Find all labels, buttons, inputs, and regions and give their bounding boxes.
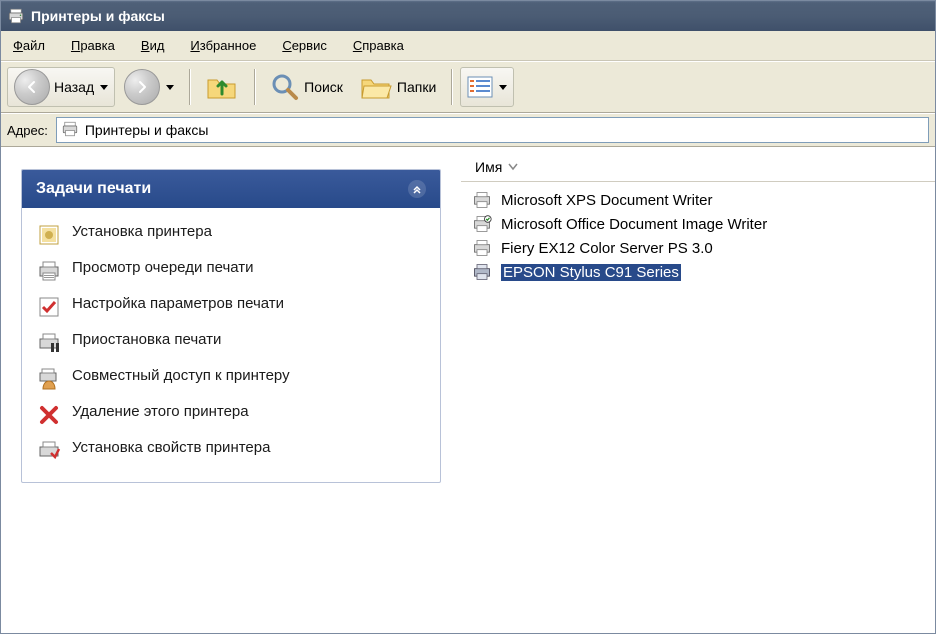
printer-icon (7, 7, 25, 25)
column-header-row: Имя (461, 157, 935, 182)
task-label: Установка принтера (72, 223, 426, 242)
task-share-printer[interactable]: Совместный доступ к принтеру (34, 362, 428, 396)
task-pause-printing[interactable]: Приостановка печати (34, 326, 428, 360)
sort-desc-icon (508, 163, 518, 171)
forward-button[interactable] (117, 67, 181, 107)
printer-icon (471, 262, 493, 282)
task-printer-properties[interactable]: Установка свойств принтера (34, 434, 428, 468)
search-button[interactable]: Поиск (263, 67, 350, 107)
content-area: Задачи печати Установка принтера (1, 147, 935, 633)
printer-icon (471, 214, 493, 234)
printer-icon (61, 120, 79, 141)
back-button[interactable]: Назад (7, 67, 115, 107)
task-label: Совместный доступ к принтеру (72, 367, 426, 386)
address-bar: Адрес: Принтеры и факсы (1, 113, 935, 147)
task-label: Настройка параметров печати (72, 295, 426, 314)
address-label: Адрес: (7, 123, 48, 138)
printers-pane: Имя Microsoft XPS Document Writer Micros… (461, 147, 935, 633)
folders-button[interactable]: Папки (352, 67, 443, 107)
separator (254, 69, 255, 105)
arrow-right-icon (124, 69, 160, 105)
task-label: Удаление этого принтера (72, 403, 426, 422)
task-print-settings[interactable]: Настройка параметров печати (34, 290, 428, 324)
printer-item-selected[interactable]: EPSON Stylus C91 Series (469, 260, 927, 284)
printer-pause-icon (36, 331, 62, 355)
back-label: Назад (54, 79, 94, 95)
menu-bar: Файл Правка Вид Избранное Сервис Справка (1, 31, 935, 61)
views-icon (467, 76, 493, 98)
printer-item[interactable]: Fiery EX12 Color Server PS 3.0 (469, 236, 927, 260)
task-install-printer[interactable]: Установка принтера (34, 218, 428, 252)
settings-check-icon (36, 295, 62, 319)
toolbar: Назад Пои (1, 61, 935, 113)
column-label: Имя (475, 159, 502, 175)
task-label: Просмотр очереди печати (72, 259, 426, 278)
chevron-down-icon (100, 85, 108, 90)
window: Принтеры и факсы Файл Правка Вид Избранн… (0, 0, 936, 634)
printer-icon (471, 190, 493, 210)
tasks-title: Задачи печати (36, 180, 151, 198)
printer-queue-icon (36, 259, 62, 283)
printer-label: Fiery EX12 Color Server PS 3.0 (501, 240, 713, 257)
tasks-pane: Задачи печати Установка принтера (1, 147, 461, 633)
printer-icon (471, 238, 493, 258)
column-name[interactable]: Имя (471, 157, 522, 177)
wizard-icon (36, 223, 62, 247)
task-label: Приостановка печати (72, 331, 426, 350)
printer-label: EPSON Stylus C91 Series (501, 264, 681, 281)
separator (189, 69, 190, 105)
menu-tools[interactable]: Сервис (278, 35, 331, 56)
printer-item[interactable]: Microsoft XPS Document Writer (469, 188, 927, 212)
collapse-icon[interactable] (408, 180, 426, 198)
printer-label: Microsoft XPS Document Writer (501, 192, 712, 209)
search-icon (270, 72, 300, 102)
menu-view[interactable]: Вид (137, 35, 169, 56)
folder-up-icon (205, 72, 239, 102)
printer-list: Microsoft XPS Document Writer Microsoft … (461, 182, 935, 290)
title-bar: Принтеры и факсы (1, 1, 935, 31)
chevron-down-icon (499, 85, 507, 90)
task-delete-printer[interactable]: Удаление этого принтера (34, 398, 428, 432)
search-label: Поиск (304, 79, 343, 95)
menu-favorites[interactable]: Избранное (186, 35, 260, 56)
printer-item[interactable]: Microsoft Office Document Image Writer (469, 212, 927, 236)
title-text: Принтеры и факсы (31, 8, 165, 24)
views-button[interactable] (460, 67, 514, 107)
printer-share-icon (36, 367, 62, 391)
menu-edit[interactable]: Правка (67, 35, 119, 56)
chevron-down-icon (166, 85, 174, 90)
printer-label: Microsoft Office Document Image Writer (501, 216, 767, 233)
printer-properties-icon (36, 439, 62, 463)
address-input[interactable]: Принтеры и факсы (56, 117, 929, 143)
print-tasks-panel: Задачи печати Установка принтера (21, 169, 441, 483)
task-label: Установка свойств принтера (72, 439, 426, 458)
up-folder-button[interactable] (198, 67, 246, 107)
tasks-header[interactable]: Задачи печати (22, 170, 440, 208)
arrow-left-icon (14, 69, 50, 105)
task-view-queue[interactable]: Просмотр очереди печати (34, 254, 428, 288)
address-value: Принтеры и факсы (85, 122, 209, 138)
menu-help[interactable]: Справка (349, 35, 408, 56)
separator (451, 69, 452, 105)
folders-label: Папки (397, 79, 436, 95)
delete-icon (36, 403, 62, 427)
folder-icon (359, 72, 393, 102)
menu-file[interactable]: Файл (9, 35, 49, 56)
tasks-body: Установка принтера Просмотр очереди печа… (22, 208, 440, 482)
